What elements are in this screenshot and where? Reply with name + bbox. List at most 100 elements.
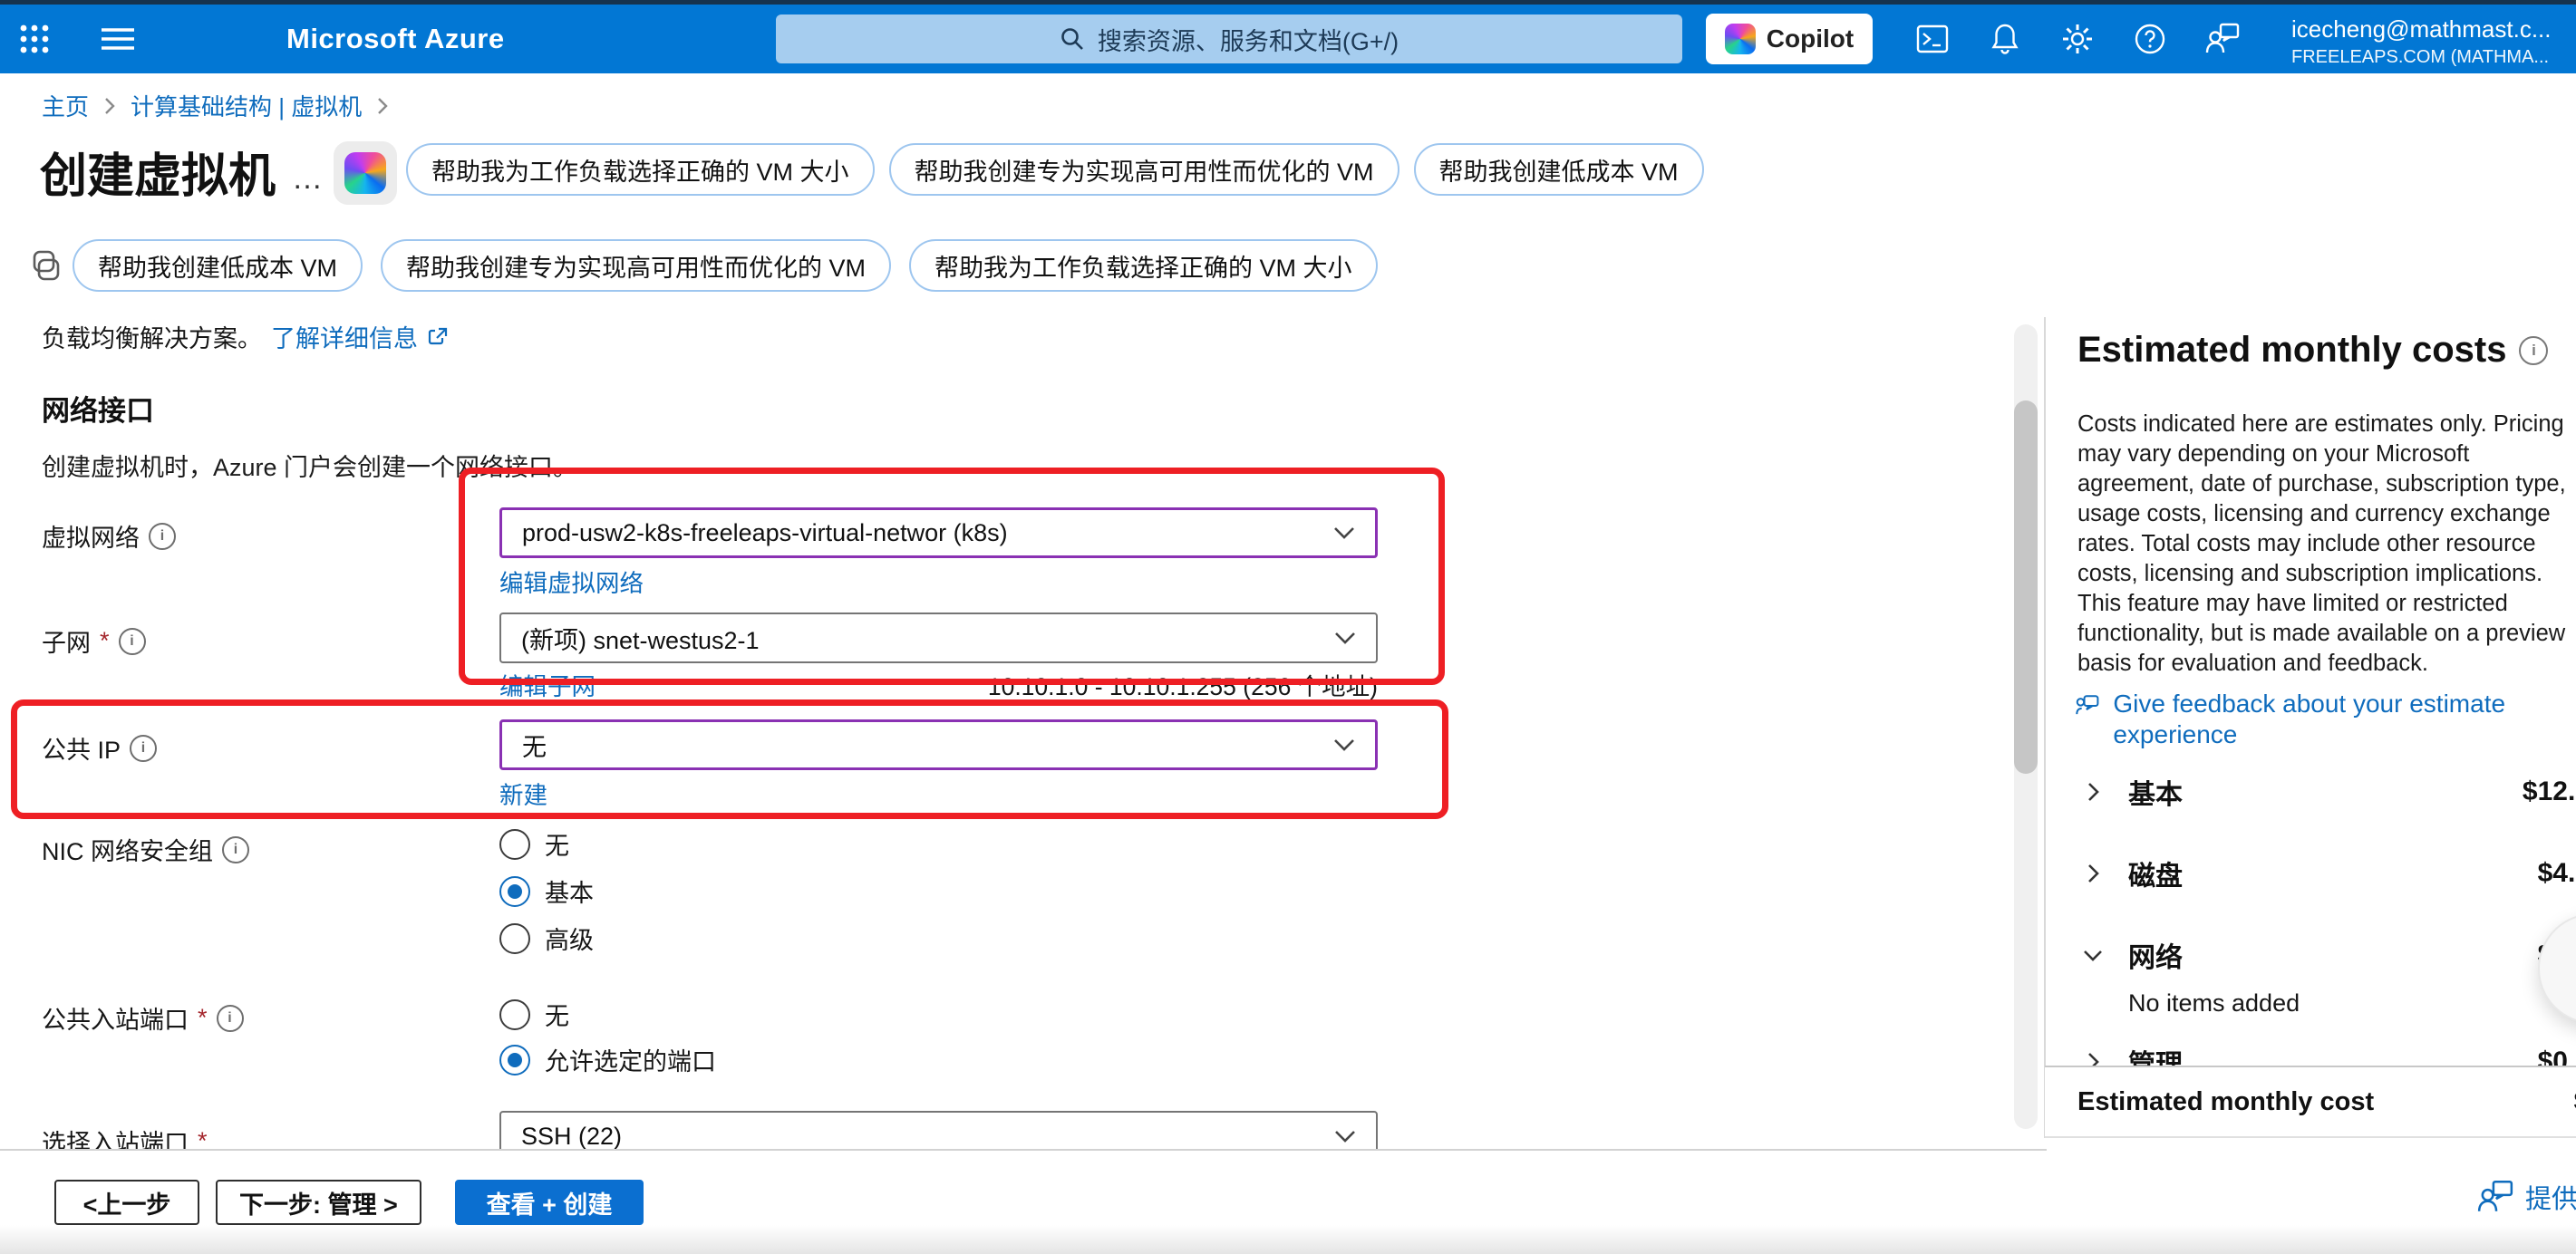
nsg-option-none[interactable]: 无 <box>499 826 569 862</box>
info-icon[interactable] <box>130 735 157 762</box>
give-feedback-link[interactable]: 提供反馈 <box>2476 1178 2576 1216</box>
nsg-option-advanced[interactable]: 高级 <box>499 921 594 956</box>
floating-widget-button[interactable] <box>2538 913 2576 1024</box>
copilot-tile-button[interactable] <box>334 141 397 205</box>
radio-label: 无 <box>545 826 569 862</box>
cost-panel-total-row: Estimated monthly cost $17 <box>2045 1066 2576 1138</box>
inbound-option-none[interactable]: 无 <box>499 997 569 1032</box>
selected-value: SSH (22) <box>521 1123 622 1151</box>
suggestion-high-availability-button[interactable]: 帮助我创建专为实现高可用性而优化的 VM <box>889 143 1399 196</box>
radio-selected-icon <box>499 1045 530 1076</box>
public-ip-label: 公共 IP <box>42 730 157 766</box>
chevron-right-icon <box>376 96 389 116</box>
copilot-logo-icon <box>344 152 386 194</box>
cost-row-label: 基本 <box>2128 772 2183 812</box>
review-create-button[interactable]: 查看 + 创建 <box>455 1180 644 1225</box>
notifications-bell-icon[interactable] <box>1978 5 2032 73</box>
cost-row-value: $12.9 <box>2523 777 2576 807</box>
account-directory: FREELEAPS.COM (MATHMA... <box>2291 47 2576 68</box>
cost-row-disk[interactable]: 磁盘 $4.8 <box>2081 854 2576 893</box>
info-icon[interactable] <box>119 628 146 655</box>
info-icon[interactable] <box>149 523 176 550</box>
chevron-down-icon <box>1333 738 1355 752</box>
page-title: 创建虚拟机 <box>40 138 276 206</box>
edit-virtual-network-link[interactable]: 编辑虚拟网络 <box>499 564 644 599</box>
selected-value: prod-usw2-k8s-freeleaps-virtual-networ (… <box>522 519 1008 547</box>
cost-row-basic[interactable]: 基本 $12.9 <box>2081 772 2576 812</box>
chevron-down-icon <box>1333 526 1355 540</box>
chevron-down-icon <box>1334 632 1356 645</box>
field-label-text: 公共 IP <box>42 730 121 766</box>
radio-label: 高级 <box>545 921 594 956</box>
app-launcher-waffle-icon[interactable] <box>7 5 62 73</box>
info-icon[interactable] <box>2519 336 2548 365</box>
total-label: Estimated monthly cost <box>2077 1087 2374 1117</box>
cost-row-network[interactable]: 网络 $0.0 <box>2081 935 2576 975</box>
suggestion-low-cost-button[interactable]: 帮助我创建低成本 VM <box>73 239 363 292</box>
cost-network-note: No items added <box>2128 989 2300 1018</box>
breadcrumb: 主页 计算基础结构 | 虚拟机 <box>42 89 389 122</box>
chevron-right-icon <box>2081 780 2105 804</box>
create-new-public-ip-link[interactable]: 新建 <box>499 776 547 811</box>
external-link-icon <box>427 326 449 348</box>
suggestion-low-cost-button[interactable]: 帮助我创建低成本 VM <box>1414 143 1704 196</box>
search-input[interactable]: 搜索资源、服务和文档(G+/) <box>776 14 1682 63</box>
nsg-option-basic[interactable]: 基本 <box>499 873 594 909</box>
cost-panel-title: Estimated monthly costs <box>2077 330 2506 371</box>
copilot-outline-icon <box>27 246 65 285</box>
help-icon[interactable] <box>2123 5 2177 73</box>
info-icon[interactable] <box>222 836 249 863</box>
required-asterisk: * <box>100 627 110 655</box>
footer-divider <box>0 1149 2047 1151</box>
chevron-right-icon <box>2081 862 2105 885</box>
account-info[interactable]: icecheng@mathmast.c... FREELEAPS.COM (MA… <box>2291 15 2576 68</box>
radio-label: 无 <box>545 997 569 1032</box>
feedback-bubbles-icon <box>2074 689 2102 723</box>
chevron-right-icon <box>103 96 116 116</box>
scrollbar-thumb[interactable] <box>2014 400 2038 774</box>
give-feedback-text: 提供反馈 <box>2525 1178 2576 1216</box>
network-interface-description: 创建虚拟机时，Azure 门户会创建一个网络接口。 <box>42 448 577 483</box>
product-title[interactable]: Microsoft Azure <box>286 5 505 73</box>
cost-row-label: 网络 <box>2128 935 2183 975</box>
more-options-button[interactable]: … <box>292 161 325 197</box>
subnet-select[interactable]: (新项) snet-westus2-1 <box>499 613 1378 663</box>
public-ip-select[interactable]: 无 <box>499 719 1378 770</box>
cloud-shell-icon[interactable] <box>1905 5 1960 73</box>
radio-selected-icon <box>499 876 530 907</box>
feedback-person-icon <box>2476 1180 2514 1214</box>
estimate-feedback-link[interactable]: Give feedback about your estimate experi… <box>2074 689 2545 750</box>
settings-gear-icon[interactable] <box>2050 5 2105 73</box>
field-label-text: NIC 网络安全组 <box>42 832 213 867</box>
hamburger-menu-icon[interactable] <box>91 5 145 73</box>
selected-value: 无 <box>522 728 547 763</box>
previous-step-button[interactable]: <上一步 <box>54 1180 199 1225</box>
virtual-network-select[interactable]: prod-usw2-k8s-freeleaps-virtual-networ (… <box>499 507 1378 558</box>
radio-label: 允许选定的端口 <box>545 1042 716 1077</box>
intro-text: 负载均衡解决方案。 <box>42 319 262 354</box>
next-step-button[interactable]: 下一步: 管理 > <box>216 1180 421 1225</box>
edit-subnet-link[interactable]: 编辑子网 <box>499 667 596 702</box>
chevron-down-icon <box>1334 1130 1356 1143</box>
feedback-person-icon[interactable] <box>2195 5 2250 73</box>
copilot-button[interactable]: Copilot <box>1706 14 1873 64</box>
subnet-meta-row: 编辑子网 10.10.1.0 - 10.10.1.255 (256 个地址) <box>499 667 1378 702</box>
suggestion-vm-size-button[interactable]: 帮助我为工作负载选择正确的 VM 大小 <box>406 143 875 196</box>
breadcrumb-parent-link[interactable]: 计算基础结构 | 虚拟机 <box>131 89 362 122</box>
nic-nsg-label: NIC 网络安全组 <box>42 832 249 867</box>
inbound-option-allow-selected[interactable]: 允许选定的端口 <box>499 1042 716 1077</box>
suggestion-high-availability-button[interactable]: 帮助我创建专为实现高可用性而优化的 VM <box>381 239 891 292</box>
learn-more-link[interactable]: 了解详细信息 <box>271 319 418 354</box>
selected-value: (新项) snet-westus2-1 <box>521 621 760 656</box>
virtual-network-label: 虚拟网络 <box>42 518 176 554</box>
info-icon[interactable] <box>217 1005 244 1032</box>
cost-row-value: $4.8 <box>2538 858 2576 889</box>
suggestion-vm-size-button[interactable]: 帮助我为工作负载选择正确的 VM 大小 <box>909 239 1378 292</box>
subnet-label: 子网 * <box>42 623 146 659</box>
window-top-edge <box>0 0 2576 5</box>
breadcrumb-home-link[interactable]: 主页 <box>42 89 89 122</box>
search-placeholder: 搜索资源、服务和文档(G+/) <box>1098 22 1399 57</box>
account-email: icecheng@mathmast.c... <box>2291 15 2576 43</box>
copilot-logo-icon <box>1725 24 1756 54</box>
copilot-suggestions-row-inline: 帮助我创建低成本 VM 帮助我创建专为实现高可用性而优化的 VM 帮助我为工作负… <box>73 239 1378 292</box>
